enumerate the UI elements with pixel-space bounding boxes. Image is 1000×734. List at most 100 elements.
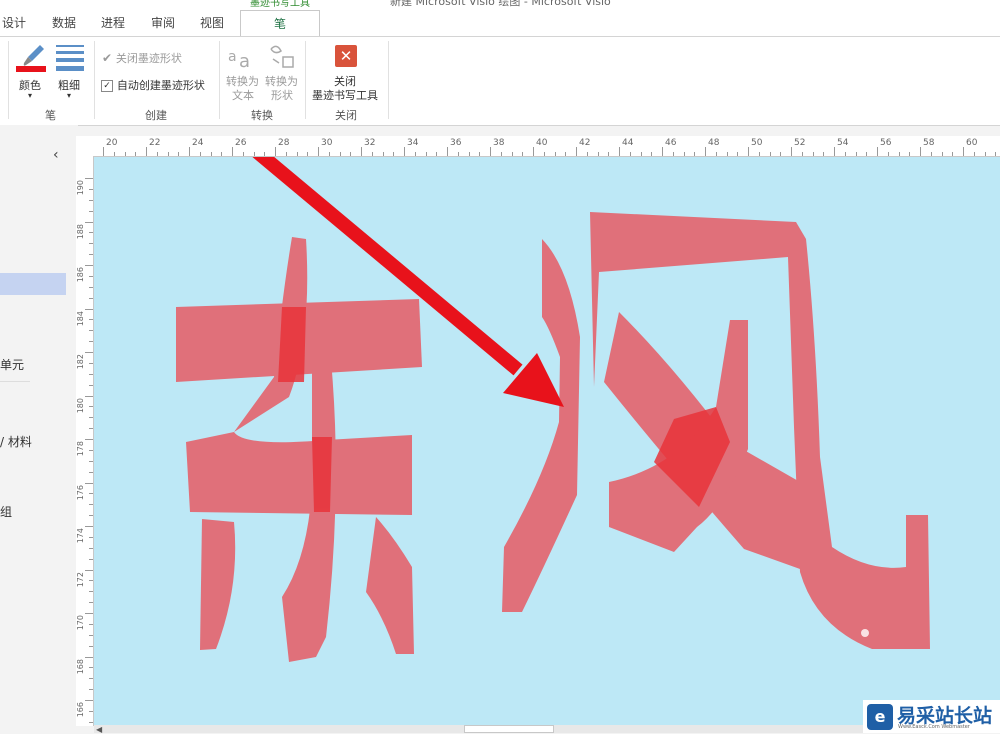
- ruler-tick: [984, 152, 986, 156]
- ruler-tick: [89, 199, 93, 201]
- ruler-tick: [490, 147, 491, 156]
- ruler-tick: [339, 152, 341, 156]
- ruler-tick-label: 172: [76, 571, 85, 587]
- ruler-tick: [146, 147, 147, 156]
- ruler-corner: [76, 136, 94, 157]
- convert-to-shape-label-2: 形状: [271, 89, 293, 102]
- ruler-tick: [89, 460, 93, 462]
- stencil-item[interactable]: 单元: [0, 356, 24, 373]
- ribbon-tab-bar: 新建 Microsoft Visio 绘图 - Microsoft Visio …: [0, 0, 1000, 38]
- ruler-tick: [898, 152, 900, 156]
- ruler-tick: [371, 152, 373, 156]
- ruler-tick: [393, 152, 395, 156]
- ruler-tick-label: 28: [278, 138, 290, 148]
- tab-design[interactable]: 设计: [2, 14, 26, 31]
- ruler-tick-label: 186: [76, 267, 85, 283]
- ruler-tick: [715, 152, 717, 156]
- ruler-tick: [89, 547, 93, 549]
- ruler-tick: [89, 493, 93, 495]
- tab-data[interactable]: 数据: [52, 14, 76, 31]
- ruler-tick: [823, 152, 825, 156]
- drawing-canvas[interactable]: [79, 1, 1000, 725]
- ruler-tick-label: 26: [235, 138, 247, 148]
- ruler-tick: [500, 152, 502, 156]
- ruler-tick: [89, 504, 93, 506]
- ruler-tick: [791, 147, 792, 156]
- convert-to-shape-button[interactable]: 转换为 形状: [263, 41, 301, 103]
- scrollbar-thumb[interactable]: [464, 725, 554, 733]
- ruler-tick: [414, 152, 416, 156]
- ruler-tick-label: 58: [923, 138, 935, 148]
- site-watermark: e 易采站长站 Www.Easck.Com Webmaster: [863, 700, 1000, 733]
- ruler-tick: [89, 602, 93, 604]
- ruler-tick-label: 182: [76, 354, 85, 370]
- ribbon-separator: [8, 41, 9, 119]
- tab-view[interactable]: 视图: [200, 14, 224, 31]
- ruler-tick: [328, 152, 330, 156]
- ruler-tick-label: 188: [76, 223, 85, 239]
- brush-icon: [16, 45, 46, 72]
- convert-to-text-button[interactable]: a a 转换为 文本: [224, 41, 262, 103]
- ruler-tick-label: 50: [751, 138, 763, 148]
- tab-process[interactable]: 进程: [101, 14, 125, 31]
- ruler-tick-label: 44: [622, 138, 634, 148]
- ruler-tick: [275, 147, 276, 156]
- ruler-tick: [89, 710, 93, 712]
- tab-pen[interactable]: 笔: [240, 10, 320, 38]
- ruler-tick: [952, 152, 954, 156]
- ruler-tick-label: 178: [76, 441, 85, 457]
- auto-create-ink-shape-checkbox[interactable]: ✓ 自动创建墨迹形状: [101, 77, 205, 93]
- ruler-tick-label: 22: [149, 138, 161, 148]
- ruler-tick-label: 180: [76, 397, 85, 413]
- ruler-tick: [85, 526, 93, 527]
- collapse-pane-icon[interactable]: ‹: [53, 147, 59, 163]
- ruler-tick: [89, 667, 93, 669]
- ruler-tick: [941, 152, 943, 156]
- ruler-tick: [361, 147, 362, 156]
- ruler-tick-label: 46: [665, 138, 677, 148]
- ruler-tick: [629, 152, 631, 156]
- ink-drawing[interactable]: [79, 1, 1000, 725]
- ruler-tick: [382, 152, 384, 156]
- ruler-tick: [89, 406, 93, 408]
- ruler-tick: [672, 152, 674, 156]
- svg-text:a: a: [228, 49, 237, 65]
- convert-to-shape-icon: [270, 45, 294, 68]
- ribbon-separator: [94, 41, 95, 119]
- ruler-tick: [178, 152, 180, 156]
- weight-button[interactable]: 粗细 ▾: [55, 41, 87, 101]
- ribbon-separator: [305, 41, 306, 119]
- ruler-tick: [812, 152, 814, 156]
- ruler-tick: [651, 152, 653, 156]
- svg-text:a: a: [239, 51, 250, 71]
- chevron-down-icon: ▾: [67, 91, 72, 100]
- ruler-tick: [89, 558, 93, 560]
- stencil-item[interactable]: 组: [0, 503, 12, 520]
- ruler-tick: [89, 428, 93, 430]
- ruler-tick: [89, 286, 93, 288]
- ruler-tick: [89, 417, 93, 419]
- ruler-tick: [89, 362, 93, 364]
- ruler-tick: [113, 152, 115, 156]
- ruler-tick: [89, 210, 93, 212]
- ruler-tick: [565, 152, 567, 156]
- ruler-tick: [89, 689, 93, 691]
- stencil-item[interactable]: / 材料: [0, 433, 32, 450]
- tab-review[interactable]: 审阅: [151, 14, 175, 31]
- close-ink-shape-label: 关闭墨迹形状: [115, 52, 182, 65]
- ruler-tick: [737, 152, 739, 156]
- close-ink-shape-button[interactable]: ✔ 关闭墨迹形状: [102, 50, 182, 66]
- color-button[interactable]: 颜色 ▾: [14, 41, 48, 101]
- ruler-tick: [844, 152, 846, 156]
- close-ink-tools-button[interactable]: ✕ 关闭 墨迹书写工具: [310, 41, 384, 103]
- ruler-tick: [85, 700, 93, 701]
- ruler-tick: [89, 275, 93, 277]
- ruler-tick: [89, 188, 93, 190]
- ruler-tick: [242, 152, 244, 156]
- ruler-tick: [705, 147, 706, 156]
- ruler-tick: [232, 147, 233, 156]
- ribbon-separator: [388, 41, 389, 119]
- selected-stencil[interactable]: [0, 273, 66, 295]
- convert-to-text-icon: a a: [228, 49, 250, 72]
- ink-dot: [861, 629, 869, 637]
